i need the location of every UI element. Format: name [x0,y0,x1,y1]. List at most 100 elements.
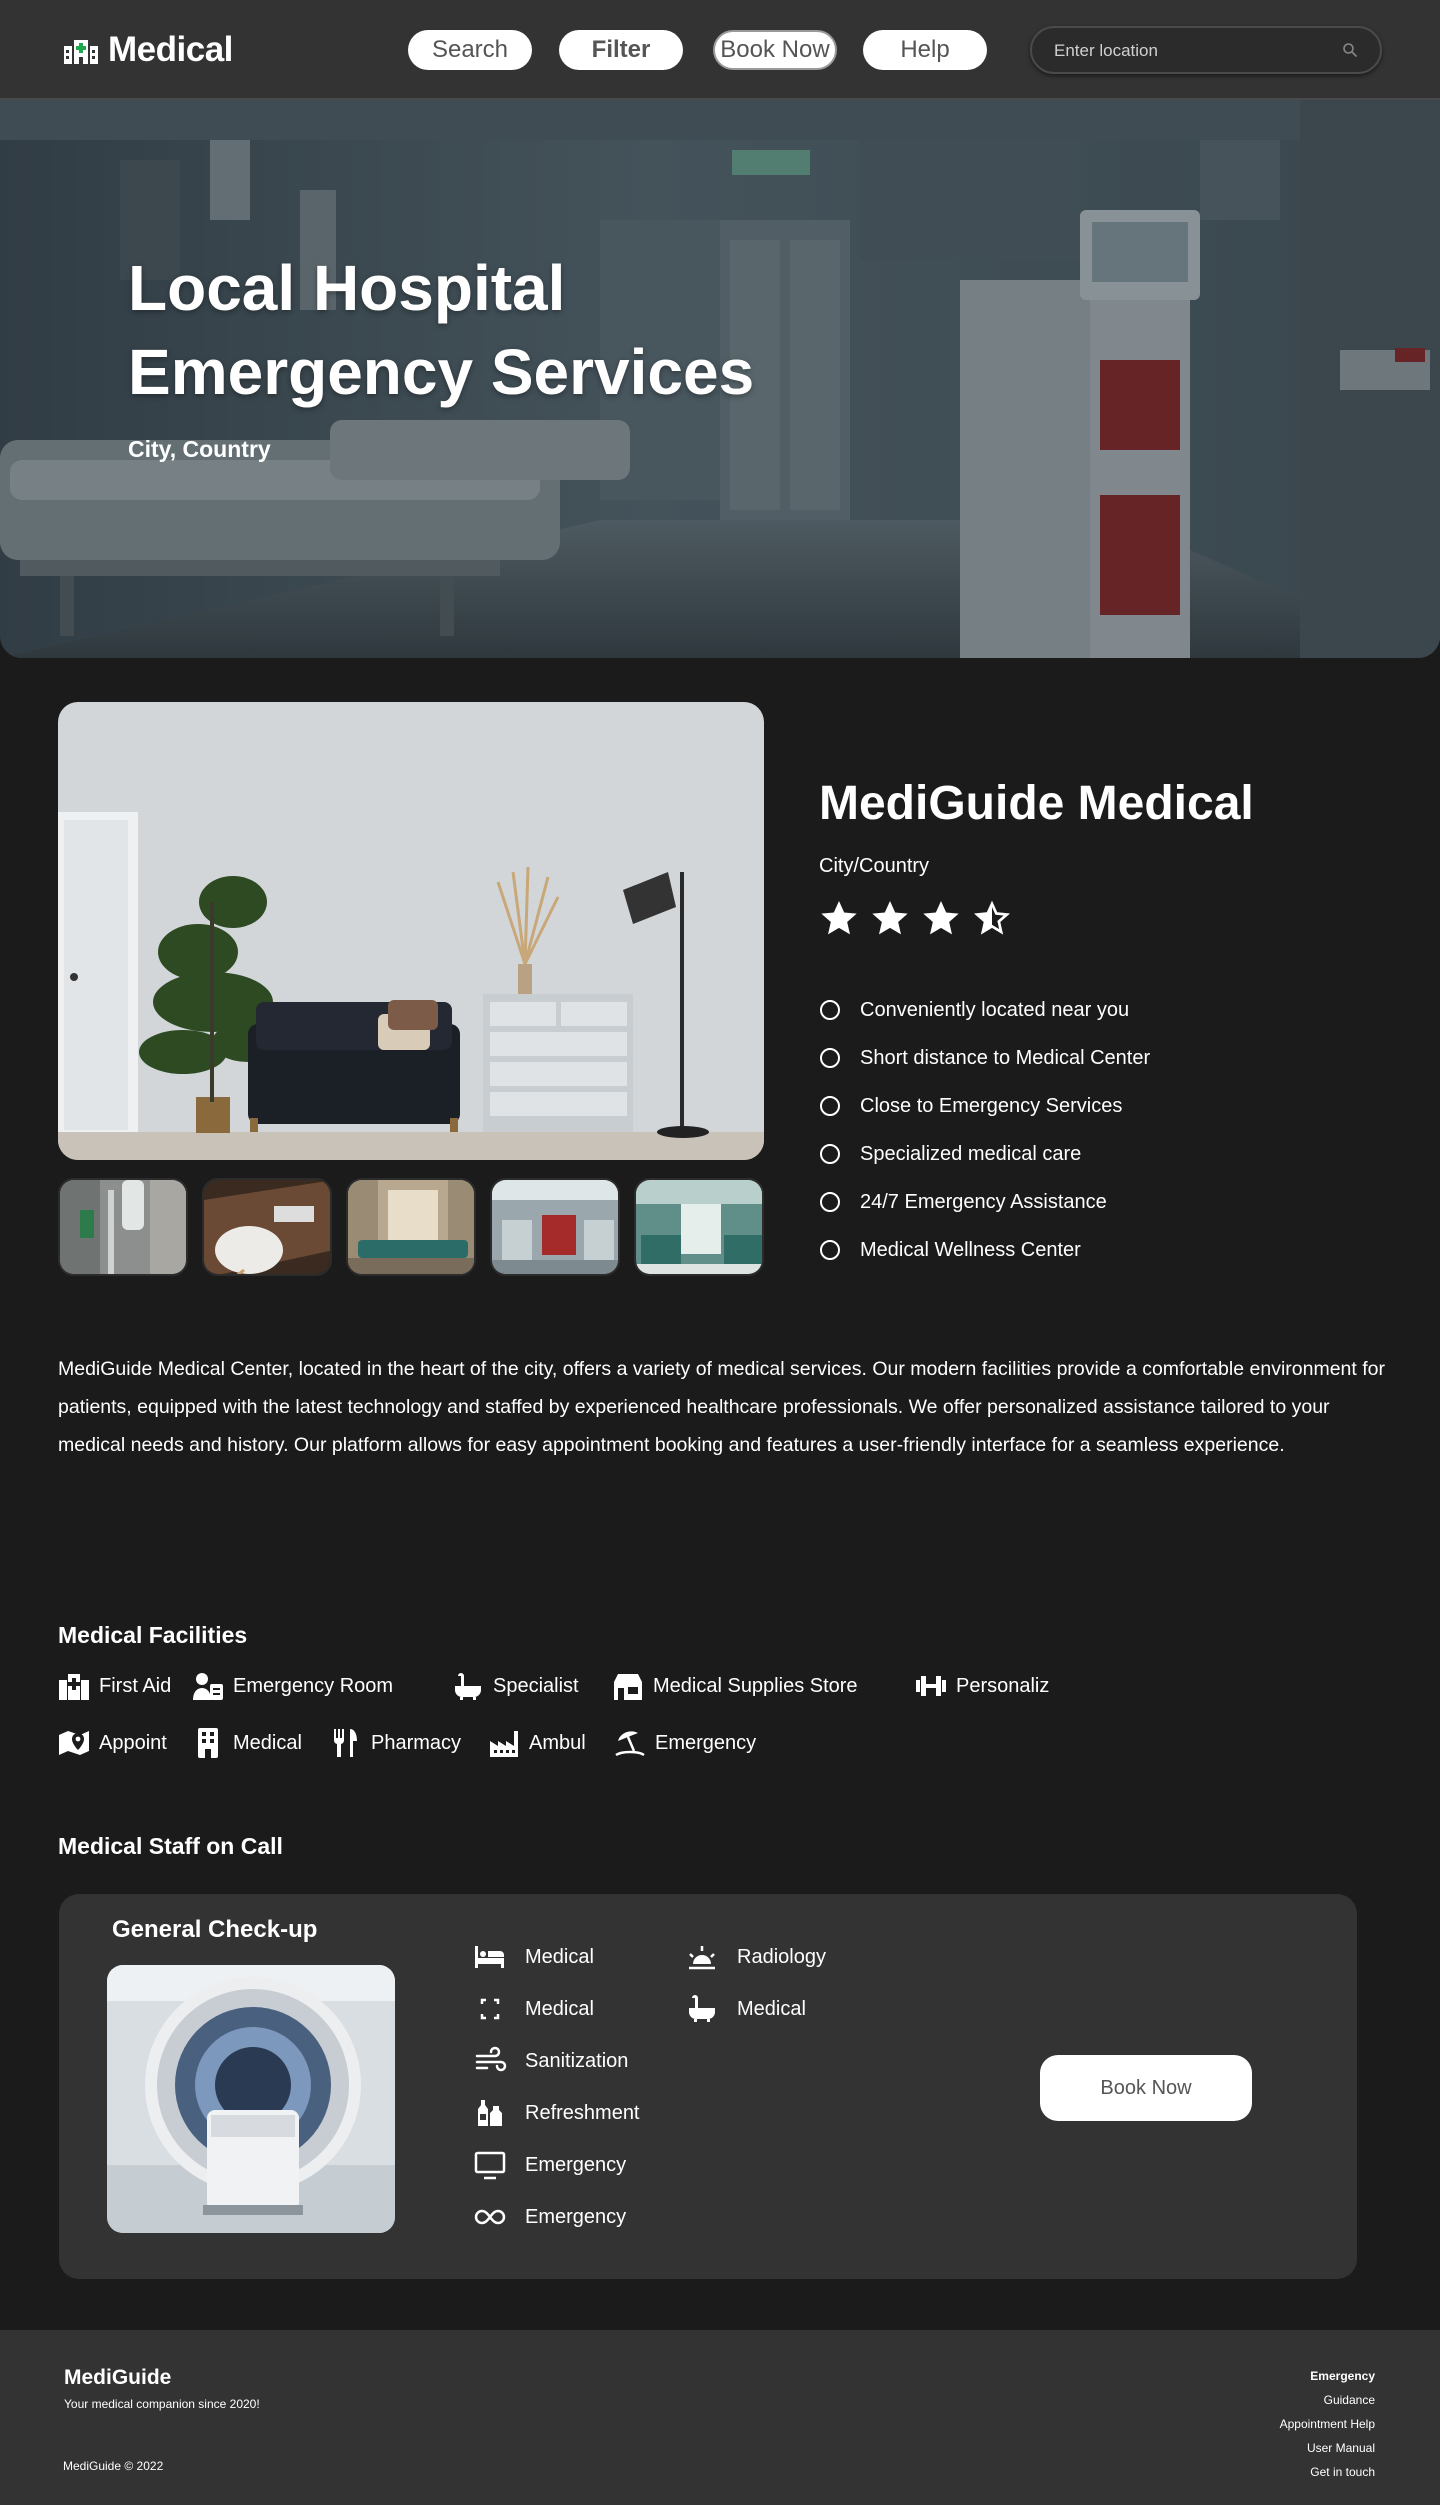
service-label: Radiology [737,1945,826,1968]
facility-personaliz[interactable]: Personaliz [915,1670,1049,1702]
facility-label: Emergency Room [233,1674,394,1697]
hero-banner: Local Hospital Emergency Services City, … [0,100,1440,658]
mri-scanner-image [107,1965,395,2233]
building-icon [198,1728,218,1758]
facility-label: Appoint [99,1731,167,1754]
footer: MediGuide Your medical companion since 2… [0,2330,1440,2505]
bathtub-icon [689,1995,715,2022]
circle-icon [820,1144,840,1164]
iv-drip-image [60,1180,186,1274]
doctor-id-icon [193,1673,223,1700]
service-item: Emergency [473,2202,626,2232]
feature-label: Close to Emergency Services [860,1094,1123,1117]
facility-ambul[interactable]: Ambul [488,1727,586,1759]
facility-pharmacy[interactable]: Pharmacy [330,1727,461,1759]
service-label: Emergency [525,2205,627,2228]
location-placeholder: Enter location [1054,41,1158,60]
dumbbell-icon [916,1676,946,1696]
card-title: General Check-up [112,1916,318,1943]
feature-label: Short distance to Medical Center [860,1046,1151,1069]
feature-item: Medical Wellness Center [820,1226,1150,1274]
facility-label: Specialist [493,1674,579,1697]
footer-link-emergency[interactable]: Emergency [1280,2364,1375,2388]
top-navbar: Medical Search Filter Book Now Help Ente… [0,0,1440,100]
feature-label: Conveniently located near you [860,998,1130,1021]
expand-icon [480,1998,500,2020]
facility-supplies-store[interactable]: Medical Supplies Store [612,1670,858,1702]
service-item: Medical [473,1994,594,2024]
location-input[interactable]: Enter location [1030,26,1382,74]
monitor-icon [474,2151,506,2180]
help-button[interactable]: Help [863,30,987,70]
bathtub-icon [455,1673,481,1700]
service-label: Emergency [525,2153,627,2176]
service-label: Sanitization [525,2049,629,2072]
facility-emergency-room[interactable]: Emergency Room [192,1670,393,1702]
feature-item: Short distance to Medical Center [820,1034,1150,1082]
lobby-seats-image [348,1180,474,1274]
rating-stars [819,898,1012,938]
facility-label: Medical [233,1731,302,1754]
bed-icon [475,1946,504,1968]
book-now-button[interactable]: Book Now [1040,2055,1252,2121]
star-full-icon [821,901,857,935]
clinic-location: City/Country [819,855,930,877]
wind-icon [475,2046,507,2072]
search-icon[interactable] [1342,42,1358,58]
circle-icon [820,1048,840,1068]
service-item: Medical [473,1942,594,1972]
hospital-building-icon [59,1674,89,1700]
gallery-thumbnail-4[interactable] [490,1178,620,1276]
service-item: Refreshment [473,2098,640,2128]
feature-item: Specialized medical care [820,1130,1150,1178]
beach-umbrella-icon [615,1731,645,1757]
gallery-thumbnail-1[interactable] [58,1178,188,1276]
facility-label: Ambul [529,1731,586,1754]
desk-chair-image [204,1180,330,1274]
facility-appoint[interactable]: Appoint [58,1727,167,1759]
gallery-thumbnail-5[interactable] [634,1178,764,1276]
sunrise-icon [689,1946,715,1970]
facility-first-aid[interactable]: First Aid [58,1670,171,1702]
clinic-description: MediGuide Medical Center, located in the… [58,1358,1385,1456]
feature-item: 24/7 Emergency Assistance [820,1178,1150,1226]
bottles-icon [478,2100,502,2126]
footer-link-get-in-touch[interactable]: Get in touch [1280,2460,1375,2484]
circle-icon [820,1096,840,1116]
circle-icon [820,1240,840,1260]
facility-label: Personaliz [956,1674,1050,1697]
main-clinic-photo[interactable] [58,702,764,1160]
footer-brand: MediGuide [64,2366,172,2389]
star-full-icon [923,901,959,935]
footer-link-appointment-help[interactable]: Appointment Help [1280,2412,1375,2436]
brand-name: Medical [108,30,233,69]
facility-emergency[interactable]: Emergency [614,1727,756,1759]
book-now-nav-button[interactable]: Book Now [713,30,837,70]
facility-label: Emergency [655,1731,757,1754]
service-item: Sanitization [473,2046,628,2076]
facility-specialist[interactable]: Specialist [452,1670,579,1702]
circle-icon [820,1000,840,1020]
mri-photo [107,1965,395,2233]
filter-button[interactable]: Filter [559,30,683,70]
feature-label: 24/7 Emergency Assistance [860,1190,1107,1213]
infinity-icon [474,2209,506,2225]
footer-link-guidance[interactable]: Guidance [1280,2388,1375,2412]
service-label: Medical [525,1997,594,2020]
operating-room-image [492,1180,618,1274]
facility-label: First Aid [99,1674,172,1697]
feature-item: Close to Emergency Services [820,1082,1150,1130]
footer-link-user-manual[interactable]: User Manual [1280,2436,1375,2460]
facilities-title: Medical Facilities [58,1622,248,1648]
brand[interactable]: Medical [64,30,233,70]
gallery-thumbnail-2[interactable] [202,1178,332,1276]
search-button[interactable]: Search [408,30,532,70]
facility-label: Medical Supplies Store [653,1674,858,1697]
service-label: Medical [737,1997,806,2020]
facility-medical[interactable]: Medical [192,1727,302,1759]
circle-icon [820,1192,840,1212]
service-label: Medical [525,1945,594,1968]
teal-clinic-image [636,1180,762,1274]
gallery-thumbnail-3[interactable] [346,1178,476,1276]
waiting-room-image [58,702,764,1160]
